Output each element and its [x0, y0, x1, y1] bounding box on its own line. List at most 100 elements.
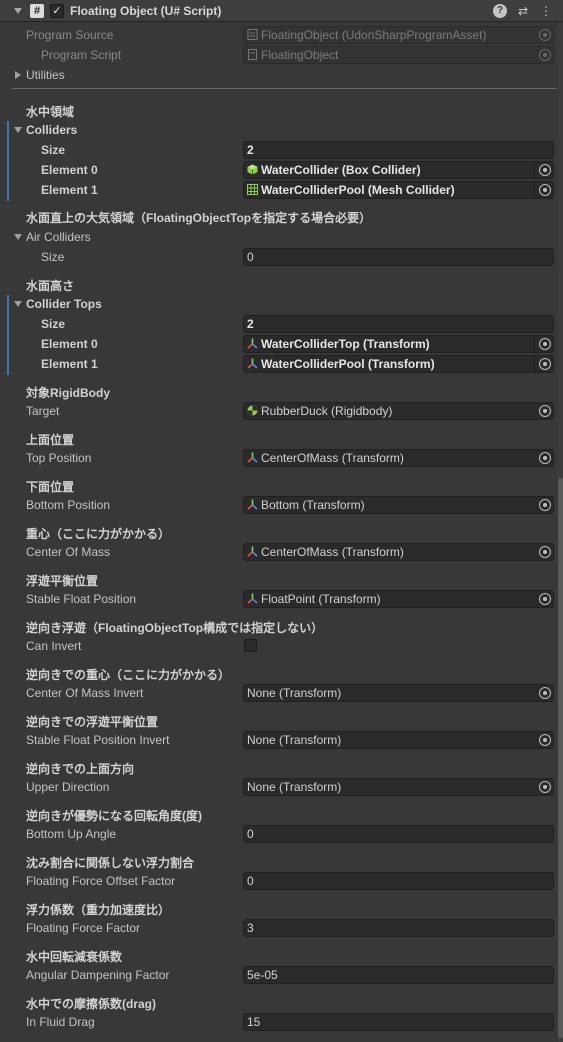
foldout-arrow-down-icon[interactable] [14, 127, 22, 133]
element-0-label: Element 0 [41, 337, 98, 351]
object-picker-icon[interactable] [539, 405, 551, 417]
object-picker-icon[interactable] [539, 164, 551, 176]
program-script-row: Program Script FloatingObject [0, 45, 563, 65]
colliders-size-row: Size 2 [0, 140, 563, 160]
colliders-size-input[interactable]: 2 [243, 141, 554, 159]
transform-icon [247, 338, 258, 349]
tops-element-1-field[interactable]: WaterColliderPool (Transform) [243, 355, 554, 373]
air-colliders-label: Air Colliders [26, 230, 91, 244]
bottom-up-angle-input[interactable]: 0 [243, 825, 554, 843]
top-position-label: Top Position [26, 451, 92, 465]
offset-factor-input[interactable]: 0 [243, 872, 554, 890]
foldout-arrow-down-icon[interactable] [14, 234, 22, 240]
upper-direction-field[interactable]: None (Transform) [243, 778, 554, 796]
rigidbody-icon [247, 405, 258, 416]
top-position-field[interactable]: CenterOfMass (Transform) [243, 449, 554, 467]
stable-float-invert-value: None (Transform) [247, 733, 342, 747]
object-picker-icon[interactable] [539, 452, 551, 464]
air-colliders-foldout[interactable]: Air Colliders [0, 227, 563, 247]
bottom-position-row: Bottom Position Bottom (Transform) [0, 495, 563, 515]
upper-direction-value: None (Transform) [247, 780, 342, 794]
target-field[interactable]: RubberDuck (Rigidbody) [243, 402, 554, 420]
target-section-title: 対象RigidBody [26, 386, 110, 400]
stable-float-value: FloatPoint (Transform) [261, 592, 381, 606]
scrollbar-thumb[interactable] [558, 478, 563, 1038]
component-title: Floating Object (U# Script) [70, 3, 222, 18]
object-picker-icon[interactable] [539, 781, 551, 793]
tops-element-0-field[interactable]: WaterColliderTop (Transform) [243, 335, 554, 353]
object-picker-icon[interactable] [539, 499, 551, 511]
foldout-arrow-icon[interactable] [14, 7, 22, 14]
context-menu-icon[interactable]: ⋮ [539, 4, 553, 18]
script-icon: # [30, 3, 44, 18]
program-script-value: FloatingObject [261, 48, 339, 62]
presets-icon[interactable]: ⇄ [516, 4, 530, 18]
help-icon[interactable]: ? [493, 4, 507, 18]
damp-section-title: 水中回転減衰係数 [26, 950, 123, 964]
box-collider-icon [247, 164, 258, 175]
object-picker-icon[interactable] [539, 734, 551, 746]
stable-float-invert-row: Stable Float Position Invert None (Trans… [0, 730, 563, 750]
utilities-foldout[interactable]: Utilities [0, 65, 563, 85]
center-of-mass-value: CenterOfMass (Transform) [261, 545, 404, 559]
object-picker-icon [539, 29, 551, 41]
object-picker-icon[interactable] [539, 338, 551, 350]
program-source-value: FloatingObject (UdonSharpProgramAsset) [261, 28, 487, 42]
damping-row: Angular Dampening Factor 5e-05 [0, 965, 563, 985]
force-factor-input[interactable]: 3 [243, 919, 554, 937]
transform-icon [247, 546, 258, 557]
tops-element-0-value: WaterColliderTop (Transform) [261, 337, 430, 351]
enabled-checkbox[interactable]: ✓ [50, 3, 64, 18]
can-invert-checkbox[interactable] [244, 639, 257, 652]
angle-section-title: 逆向きが優勢になる回転角度(度) [26, 809, 202, 823]
air-size-input[interactable]: 0 [243, 248, 554, 266]
bottom-position-field[interactable]: Bottom (Transform) [243, 496, 554, 514]
center-of-mass-field[interactable]: CenterOfMass (Transform) [243, 543, 554, 561]
size-label: Size [41, 143, 66, 157]
element-0-label: Element 0 [41, 163, 98, 177]
colliders-foldout[interactable]: Colliders [0, 120, 563, 140]
com-invert-field[interactable]: None (Transform) [243, 684, 554, 702]
stable-section-title: 浮遊平衡位置 [26, 574, 99, 588]
com-invert-row: Center Of Mass Invert None (Transform) [0, 683, 563, 703]
damping-input[interactable]: 5e-05 [243, 966, 554, 984]
colliders-section-title: 水中領域 [26, 105, 75, 119]
collider-tops-foldout[interactable]: Collider Tops [0, 294, 563, 314]
air-size-row: Size 0 [0, 247, 563, 267]
foldout-arrow-right-icon[interactable] [15, 71, 21, 79]
tops-size-input[interactable]: 2 [243, 315, 554, 333]
stable-float-row: Stable Float Position FloatPoint (Transf… [0, 589, 563, 609]
tops-element-1-value: WaterColliderPool (Transform) [261, 357, 435, 371]
center-of-mass-row: Center Of Mass CenterOfMass (Transform) [0, 542, 563, 562]
target-row: Target RubberDuck (Rigidbody) [0, 401, 563, 421]
object-picker-icon[interactable] [539, 593, 551, 605]
object-picker-icon[interactable] [539, 546, 551, 558]
force-factor-label: Floating Force Factor [26, 921, 141, 935]
colliders-element-1-value: WaterColliderPool (Mesh Collider) [261, 183, 455, 197]
bottom-position-section-title: 下面位置 [26, 480, 75, 494]
colliders-element-0-field[interactable]: WaterCollider (Box Collider) [243, 161, 554, 179]
fluid-drag-input[interactable]: 15 [243, 1013, 554, 1031]
tops-section-title: 水面高さ [26, 279, 75, 293]
program-source-row: Program Source FloatingObject (UdonSharp… [0, 25, 563, 45]
object-picker-icon[interactable] [539, 687, 551, 699]
upper-direction-label: Upper Direction [26, 780, 110, 794]
fluid-drag-row: In Fluid Drag 15 [0, 1012, 563, 1032]
offset-factor-label: Floating Force Offset Factor [26, 874, 176, 888]
object-picker-icon[interactable] [539, 184, 551, 196]
foldout-arrow-down-icon[interactable] [14, 301, 22, 307]
size-label: Size [41, 250, 65, 264]
top-position-value: CenterOfMass (Transform) [261, 451, 404, 465]
stable-float-invert-field[interactable]: None (Transform) [243, 731, 554, 749]
colliders-element-0-value: WaterCollider (Box Collider) [261, 163, 421, 177]
center-of-mass-label: Center Of Mass [26, 545, 111, 559]
object-picker-icon [539, 49, 551, 61]
colliders-element-1-field[interactable]: WaterColliderPool (Mesh Collider) [243, 181, 554, 199]
com-invert-value: None (Transform) [247, 686, 342, 700]
program-source-field: FloatingObject (UdonSharpProgramAsset) [243, 26, 554, 44]
offset-factor-row: Floating Force Offset Factor 0 [0, 871, 563, 891]
drag-section-title: 水中での摩擦係数(drag) [26, 997, 156, 1011]
object-picker-icon[interactable] [539, 358, 551, 370]
element-1-label: Element 1 [41, 183, 98, 197]
stable-float-field[interactable]: FloatPoint (Transform) [243, 590, 554, 608]
